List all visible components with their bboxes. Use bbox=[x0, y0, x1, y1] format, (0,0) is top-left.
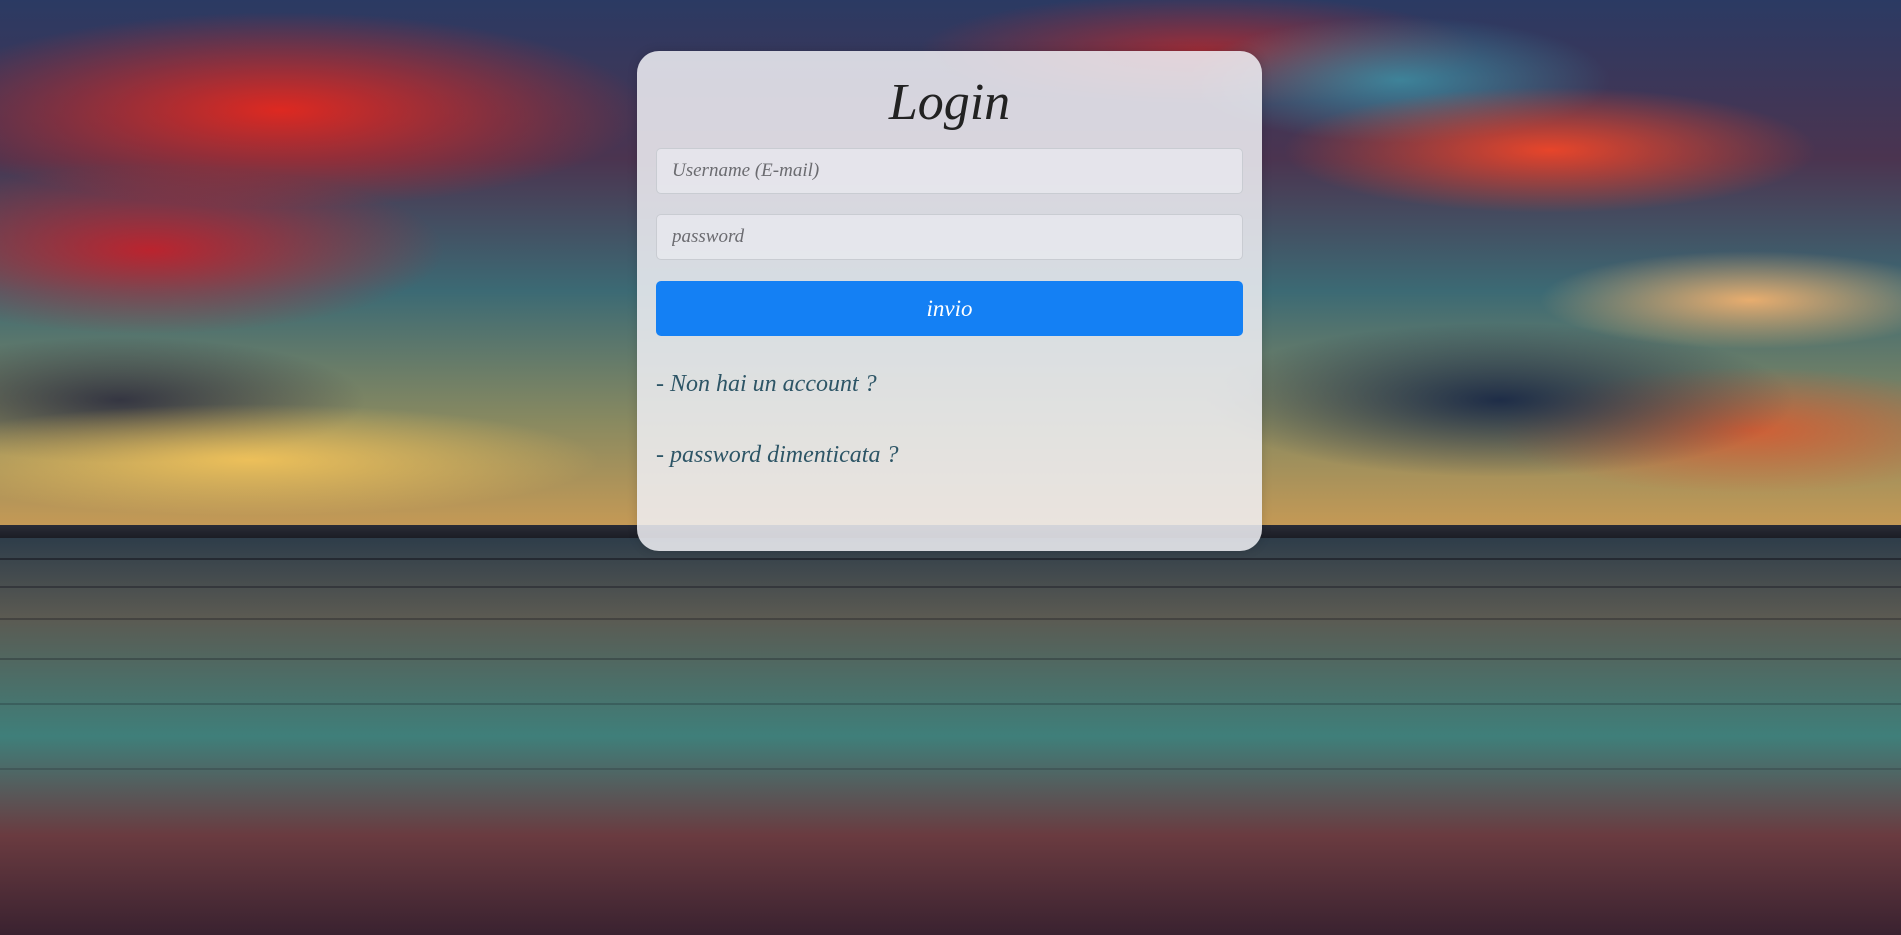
water-ripple bbox=[0, 558, 1901, 560]
water-reflection bbox=[0, 538, 1901, 935]
dash-marker: - bbox=[656, 371, 664, 397]
water-ripple bbox=[0, 586, 1901, 588]
water-ripple bbox=[0, 703, 1901, 705]
water-ripple bbox=[0, 768, 1901, 770]
forgot-password-link-row: - password dimenticata ? bbox=[656, 442, 898, 469]
forgot-password-link[interactable]: password dimenticata ? bbox=[670, 442, 898, 468]
signup-link[interactable]: Non hai un account ? bbox=[670, 371, 877, 397]
water-ripple bbox=[0, 618, 1901, 620]
dash-marker: - bbox=[656, 442, 664, 468]
submit-button[interactable]: invio bbox=[656, 281, 1243, 336]
login-card: Login invio -Non hai un account ? -passw… bbox=[637, 51, 1262, 551]
signup-link-row: - Non hai un account ? bbox=[656, 371, 877, 398]
username-input[interactable] bbox=[656, 148, 1243, 194]
login-title: Login bbox=[888, 74, 1011, 131]
password-input[interactable] bbox=[656, 214, 1243, 260]
water-ripple bbox=[0, 658, 1901, 660]
